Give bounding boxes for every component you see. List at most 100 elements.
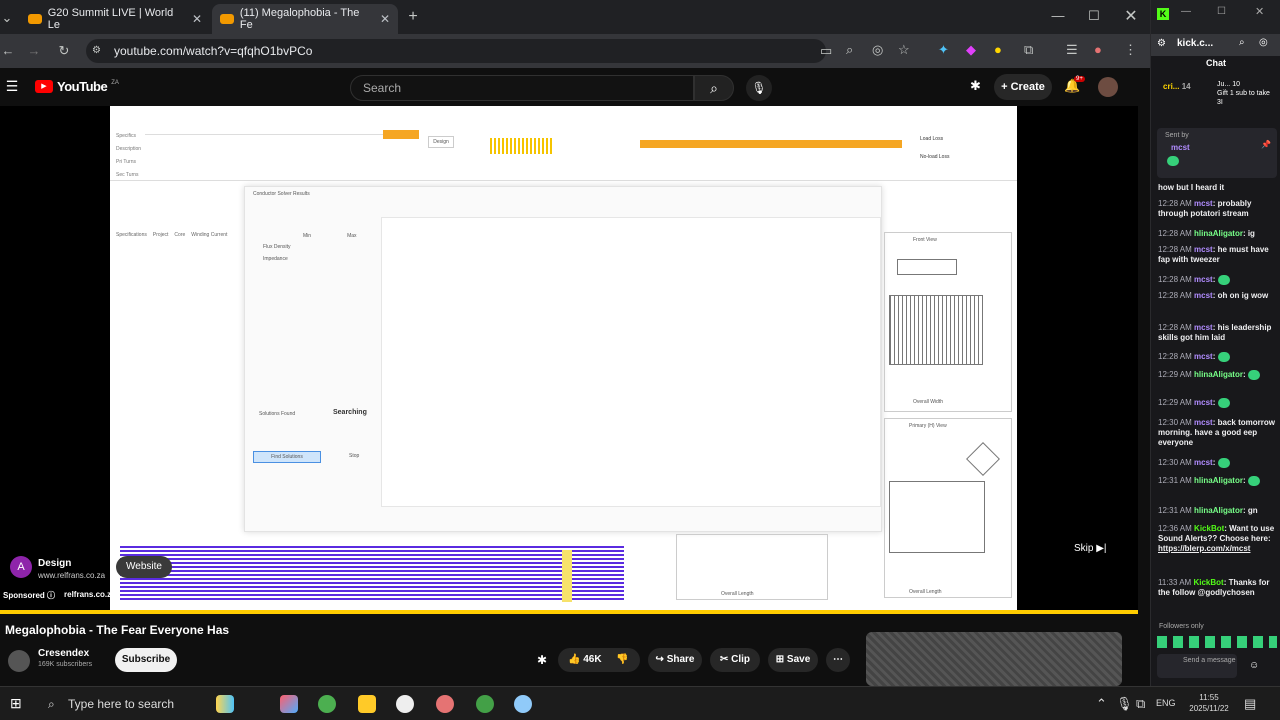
eye-off-icon[interactable]: ◎ [872, 42, 883, 58]
app-icon[interactable] [514, 695, 532, 713]
voice-search-button[interactable]: 🎙 [746, 75, 772, 101]
clip-button[interactable]: ✂ Clip [710, 648, 760, 672]
extension-icon[interactable]: ◆ [966, 42, 976, 58]
chat-username[interactable]: mcst [1194, 291, 1213, 300]
chrome-icon[interactable] [318, 695, 336, 713]
reload-icon[interactable]: ↻ [56, 43, 72, 59]
extension-icon[interactable]: ● [994, 42, 1002, 57]
extensions-puzzle-icon[interactable]: ⧉ [1024, 42, 1033, 58]
emote-bar[interactable] [1157, 636, 1277, 648]
widget-icon[interactable] [216, 695, 234, 713]
chat-username[interactable]: mcst [1194, 458, 1213, 467]
tab-g20[interactable]: G20 Summit LIVE | World Le ✕ [20, 4, 210, 34]
new-tab-icon[interactable]: + [404, 8, 422, 26]
zoom-icon[interactable]: ⌕ [1239, 37, 1245, 48]
skip-ad-button[interactable]: Skip ▶| [1074, 539, 1122, 559]
chat-username[interactable]: mcst [1194, 245, 1213, 254]
network-icon[interactable]: ⧉ [1136, 696, 1145, 712]
channel-avatar[interactable] [8, 650, 30, 672]
language-indicator[interactable]: ENG [1156, 698, 1176, 708]
close-tab-icon[interactable]: ✕ [380, 12, 390, 26]
youtube-logo[interactable]: ▶ YouTube ZA [35, 79, 119, 94]
more-actions-button[interactable]: ⋯ [826, 648, 850, 672]
chat-username[interactable]: hlinaAligator [1194, 506, 1243, 515]
extension-icon[interactable]: ✱ [970, 78, 981, 94]
like-dislike-button[interactable]: 👍 46K 👎 [558, 648, 640, 672]
website-button[interactable]: Website [116, 556, 172, 578]
gift-banner[interactable]: Ju... 10 Gift 1 sub to take 3I [1217, 80, 1277, 107]
chat-username[interactable]: hlinaAligator [1194, 229, 1243, 238]
windows-start-icon[interactable]: ⊞ [10, 695, 22, 712]
chat-link[interactable]: https://blerp.com/x/mcst [1158, 544, 1276, 554]
subscribe-button[interactable]: Subscribe [115, 648, 177, 672]
create-button[interactable]: + Create [994, 74, 1052, 100]
copilot-icon[interactable] [280, 695, 298, 713]
zoom-icon[interactable]: ⌕ [846, 42, 853, 58]
chrome-profile-icon[interactable] [476, 695, 494, 713]
clock[interactable]: 11:55 2025/11/22 [1186, 692, 1232, 714]
chat-url[interactable]: kick.c... [1177, 38, 1213, 49]
tray-chevron-icon[interactable]: ⌃ [1096, 696, 1107, 712]
pin-icon[interactable]: 📌 [1261, 140, 1271, 149]
sent-by-user[interactable]: mcst [1171, 143, 1190, 152]
extension-icon[interactable]: ✦ [938, 42, 949, 58]
cast-icon[interactable]: ▭ [820, 43, 832, 59]
chat-username[interactable]: KickBot [1193, 578, 1223, 587]
thumbs-up-icon[interactable]: 👍 [568, 654, 580, 665]
hamburger-menu-icon[interactable]: ☰ [4, 78, 20, 95]
steam-icon[interactable] [396, 695, 414, 713]
mic-tray-icon[interactable]: 🎙 [1116, 696, 1133, 712]
browser-menu-icon[interactable]: ⋮ [1124, 42, 1137, 58]
site-info-icon[interactable]: ⚙ [1157, 38, 1166, 49]
share-button[interactable]: ↪ Share [648, 648, 702, 672]
close-window-icon[interactable]: ✕ [1122, 6, 1140, 26]
advertiser-name[interactable]: Design [38, 558, 71, 569]
close-tab-icon[interactable]: ✕ [192, 12, 202, 26]
bookmark-star-icon[interactable]: ☆ [898, 42, 910, 58]
file-explorer-icon[interactable] [358, 695, 376, 713]
tab-megalophobia[interactable]: (11) Megalophobia - The Fe ✕ [212, 4, 398, 34]
close-icon[interactable]: ✕ [1255, 5, 1264, 18]
video-player[interactable]: Specifics Description Pri Turns Sec Turn… [0, 106, 1138, 614]
back-icon[interactable]: ← [0, 43, 16, 58]
chat-username[interactable]: mcst [1194, 418, 1213, 427]
search-button[interactable]: ⌕ [694, 75, 734, 101]
maximize-icon[interactable]: ☐ [1217, 6, 1226, 17]
app-icon[interactable] [436, 695, 454, 713]
chat-username[interactable]: mcst [1194, 199, 1213, 208]
url-field[interactable]: ⚙ youtube.com/watch?v=qfqhO1bvPCo [86, 39, 826, 63]
media-control-icon[interactable]: ☰ [1066, 42, 1078, 58]
forward-icon[interactable]: → [26, 43, 42, 58]
save-button[interactable]: ⊞ Save [768, 648, 818, 672]
chat-username[interactable]: hlinaAligator [1194, 476, 1243, 485]
minimize-icon[interactable]: — [1050, 8, 1066, 23]
chat-username[interactable]: KickBot [1194, 524, 1224, 533]
extension-icon[interactable]: ✱ [537, 653, 547, 667]
video-title: Megalophobia - The Fear Everyone Has [5, 623, 230, 637]
chat-username[interactable]: mcst [1194, 398, 1213, 407]
eye-off-icon[interactable]: ◎ [1259, 37, 1268, 48]
maximize-icon[interactable]: ☐ [1086, 8, 1102, 24]
emoji-icon[interactable]: ☺ [1249, 660, 1259, 671]
chat-username[interactable]: mcst [1194, 323, 1213, 332]
search-input[interactable]: Search [350, 75, 694, 101]
chat-username[interactable]: mcst [1194, 275, 1213, 284]
recommended-thumbnail[interactable] [866, 632, 1122, 686]
taskbar-search-input[interactable]: ⌕ Type here to search [40, 692, 270, 716]
tab-list-icon[interactable]: ⌄ [0, 10, 14, 26]
chat-username[interactable]: hlinaAligator [1194, 370, 1243, 379]
info-icon[interactable]: ⓘ [47, 591, 55, 600]
avatar[interactable] [1098, 77, 1118, 97]
site-info-icon[interactable]: ⚙ [92, 39, 101, 63]
pinned-user[interactable]: cri... 14 [1163, 82, 1191, 91]
advertiser-avatar[interactable]: A [10, 556, 32, 578]
profile-icon[interactable]: ● [1094, 42, 1102, 57]
minimize-icon[interactable]: — [1181, 6, 1191, 17]
solver-dialog: Conductor Solver Results Min Max Flux De… [244, 186, 882, 532]
send-message-input[interactable]: Send a message [1157, 654, 1237, 678]
notification-center-icon[interactable]: ▤ [1244, 696, 1256, 712]
advertiser-url[interactable]: www.relfrans.co.za [38, 571, 105, 580]
channel-name[interactable]: Cresendex [38, 648, 89, 659]
chat-username[interactable]: mcst [1194, 352, 1213, 361]
thumbs-down-icon[interactable]: 👎 [616, 654, 628, 665]
